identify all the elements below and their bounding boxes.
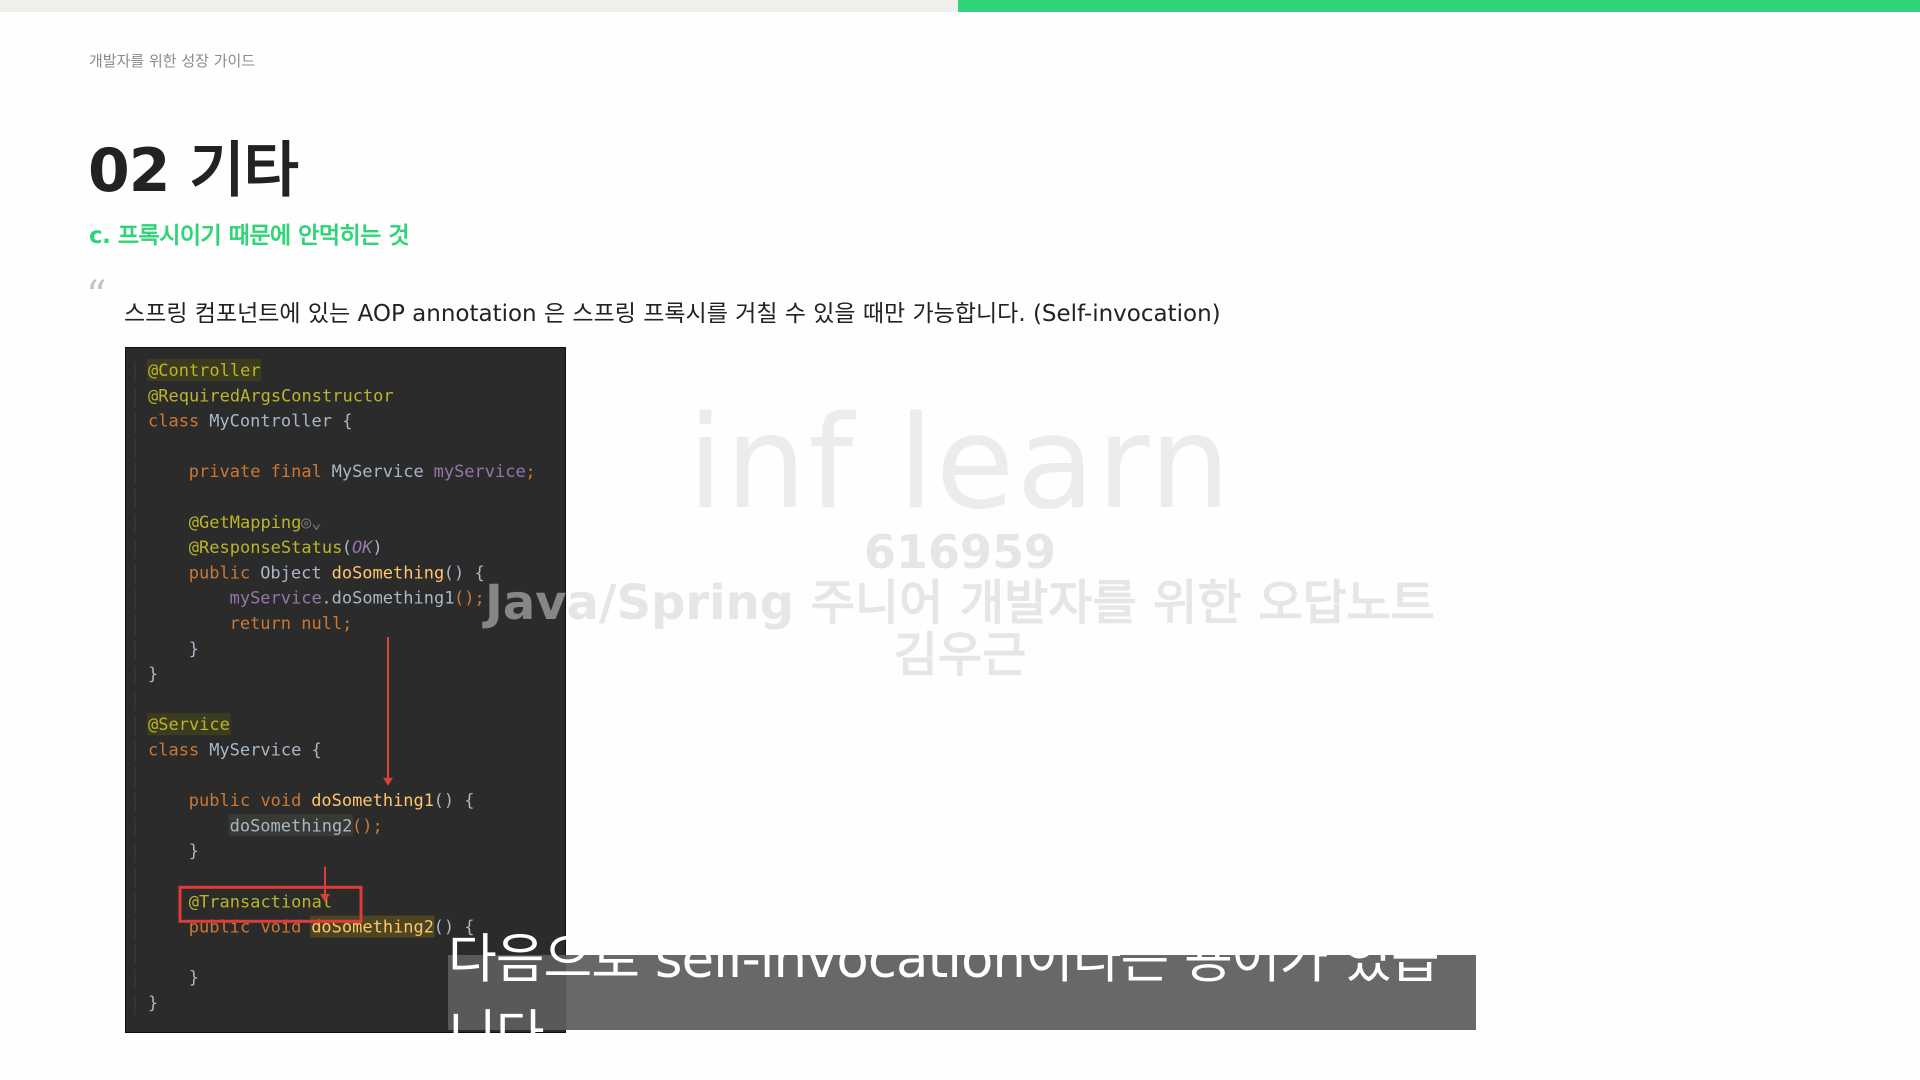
code-token: (); <box>352 816 383 836</box>
code-token: myService <box>230 589 322 609</box>
code-token: doSomething <box>332 563 445 583</box>
code-token: (); <box>454 589 485 609</box>
code-token: MyService { <box>209 741 322 761</box>
arrow-head-icon <box>383 777 393 786</box>
code-token: public void <box>189 791 302 811</box>
code-token: return null; <box>230 614 353 634</box>
watermark-logo: inf learn <box>687 389 1233 538</box>
code-token: @ResponseStatus <box>189 538 343 558</box>
watermark-course: Java/Spring 주니어 개발자를 위한 오답노트 <box>485 574 1435 631</box>
code-token: @RequiredArgsConstructor <box>148 386 394 406</box>
code-token: ; <box>525 462 535 482</box>
code-token: doSomething1 <box>311 791 434 811</box>
code-token: private final <box>189 462 322 482</box>
watermark-author: 김우근 <box>893 626 1027 683</box>
page-title: 02 기타 <box>88 136 299 206</box>
quote-text: 스프링 컴포넌트에 있는 AOP annotation 은 스프링 프록시를 거… <box>124 301 1221 327</box>
quote-mark-icon: “ <box>86 273 107 319</box>
code-token: () { <box>444 563 485 583</box>
progress-bar <box>0 0 1920 12</box>
code-token: public <box>189 563 250 583</box>
code-token: MyService <box>332 462 424 482</box>
code-token: @GetMapping <box>189 513 302 533</box>
breadcrumb: 개발자를 위한 성장 가이드 <box>89 52 256 70</box>
code-token: Object <box>260 563 321 583</box>
code-token: @Service <box>148 715 230 735</box>
code-token: } <box>189 842 199 862</box>
code-token: .doSomething1 <box>321 589 454 609</box>
code-token: } <box>148 665 158 685</box>
code-token: MyController { <box>209 412 352 432</box>
watermark-id: 616959 <box>863 525 1057 579</box>
code-token: @Transactional <box>189 892 332 912</box>
code-token: class <box>148 412 199 432</box>
code-token: myService <box>434 462 526 482</box>
code-token: ( <box>342 538 352 558</box>
code-token: ◎⌄ <box>301 513 321 533</box>
watermark: inf learn 616959 Java/Spring 주니어 개발자를 위한… <box>480 400 1440 681</box>
code-token: } <box>189 968 199 988</box>
code-token: doSomething2 <box>230 816 353 836</box>
progress-bar-fill <box>958 0 1920 12</box>
section-subtitle: c. 프록시이기 때문에 안먹히는 것 <box>89 223 409 249</box>
video-caption: 다음으로 self-invocation이라는 용어가 있습니다 <box>448 929 1476 1066</box>
code-token: OK <box>352 538 374 558</box>
code-token: ) <box>372 538 382 558</box>
code-token: } <box>148 994 158 1014</box>
code-token: @Controller <box>148 361 261 381</box>
code-token: class <box>148 741 199 761</box>
code-token: } <box>189 639 199 659</box>
code-token: () { <box>434 791 475 811</box>
